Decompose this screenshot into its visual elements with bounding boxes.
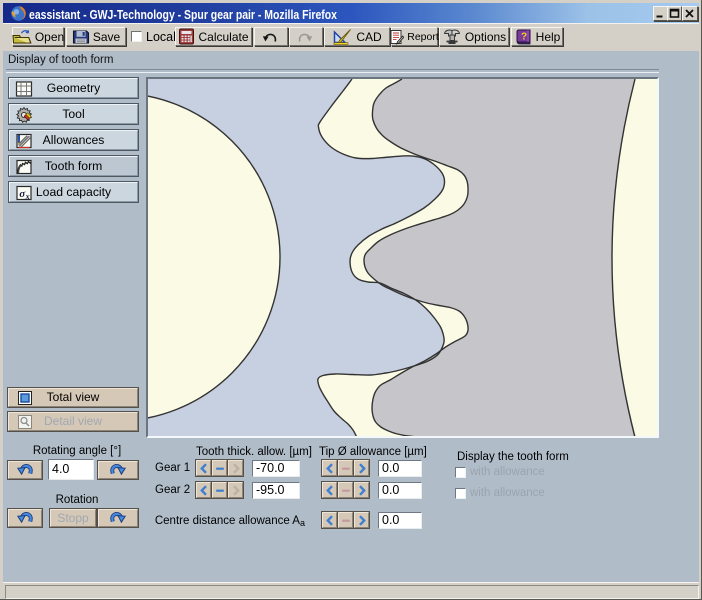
svg-text:x: x [25, 192, 30, 201]
svg-text:?: ? [521, 31, 527, 42]
